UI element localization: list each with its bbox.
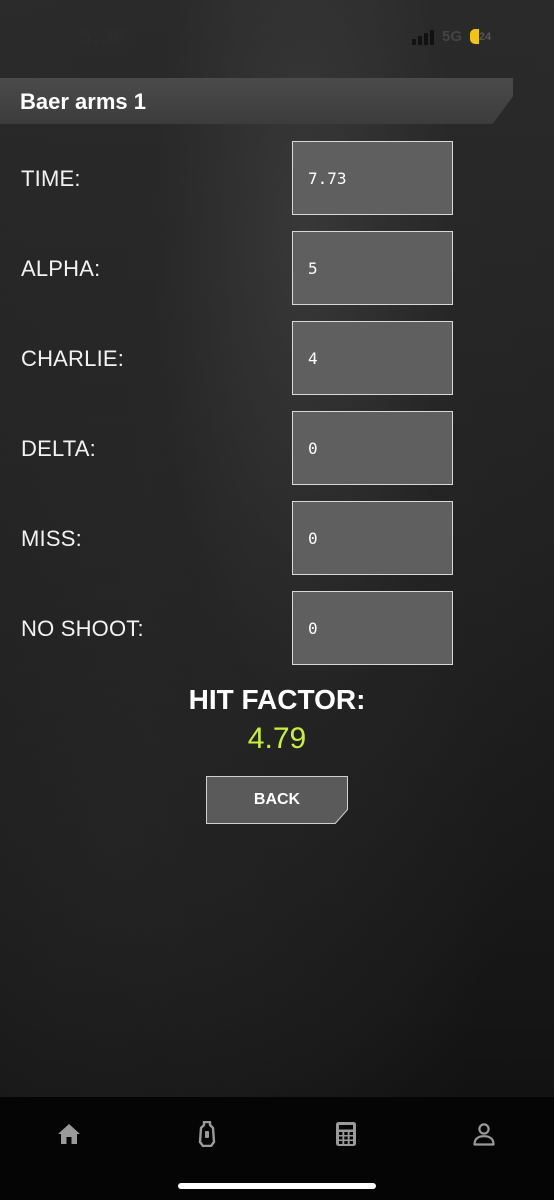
charlie-input[interactable] — [292, 321, 453, 395]
alpha-label: ALPHA: — [21, 256, 101, 281]
time-label: TIME: — [21, 166, 81, 191]
time-input[interactable] — [292, 141, 453, 215]
app-screen: 5:36 5G 24 Baer arms 1 TIME: ALPHA: CHAR… — [0, 0, 554, 1200]
field-row-no-shoot: NO SHOOT: — [0, 591, 554, 665]
status-indicators: 5G 24 — [411, 28, 500, 45]
delta-input[interactable] — [292, 411, 453, 485]
charlie-label: CHARLIE: — [21, 346, 125, 371]
field-row-time: TIME: — [0, 141, 554, 215]
field-row-delta: DELTA: — [0, 411, 554, 485]
alpha-input[interactable] — [292, 231, 453, 305]
cellular-signal-icon — [411, 29, 434, 45]
tab-targets[interactable] — [187, 1119, 227, 1149]
profile-icon — [473, 1123, 495, 1146]
home-icon — [58, 1124, 80, 1144]
no-shoot-input[interactable] — [292, 591, 453, 665]
battery-icon: 24 — [470, 29, 500, 44]
title-banner: Baer arms 1 — [0, 78, 513, 124]
target-icon — [198, 1121, 216, 1147]
network-type: 5G — [441, 28, 462, 45]
tab-calculator[interactable] — [326, 1119, 366, 1149]
field-row-charlie: CHARLIE: — [0, 321, 554, 395]
battery-percent: 24 — [478, 30, 492, 43]
miss-input[interactable] — [292, 501, 453, 575]
status-bar: 5:36 5G 24 — [0, 0, 554, 74]
page-title: Baer arms 1 — [20, 89, 146, 114]
status-time: 5:36 — [80, 24, 127, 49]
back-button[interactable]: BACK — [206, 776, 348, 824]
hit-factor-value: 4.79 — [247, 722, 307, 755]
hit-factor-label: HIT FACTOR: — [188, 684, 366, 715]
no-shoot-label: NO SHOOT: — [21, 616, 144, 641]
tab-home[interactable] — [49, 1119, 89, 1149]
field-row-miss: MISS: — [0, 501, 554, 575]
tab-profile[interactable] — [464, 1119, 504, 1149]
home-indicator[interactable] — [178, 1183, 376, 1189]
field-row-alpha: ALPHA: — [0, 231, 554, 305]
battery-level — [470, 29, 479, 44]
miss-label: MISS: — [21, 526, 82, 551]
delta-label: DELTA: — [21, 436, 96, 461]
calculator-icon — [336, 1122, 356, 1146]
